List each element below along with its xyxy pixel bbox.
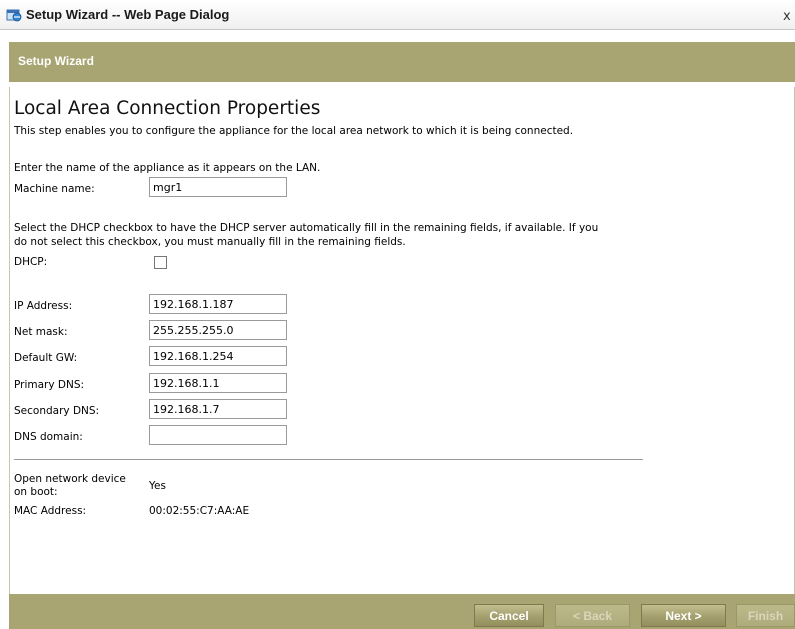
mac-address-label: MAC Address:	[14, 505, 87, 517]
section-divider	[14, 459, 643, 460]
net-mask-input[interactable]	[149, 320, 287, 340]
ip-address-input[interactable]	[149, 294, 287, 314]
back-button[interactable]: < Back	[555, 604, 630, 627]
open-on-boot-label-line1: Open network device	[14, 473, 126, 485]
default-gw-label: Default GW:	[14, 352, 78, 364]
dhcp-instruction-line2: do not select this checkbox, you must ma…	[14, 236, 406, 248]
open-on-boot-label: Open network device on boot:	[14, 473, 126, 499]
dhcp-checkbox[interactable]	[154, 256, 167, 269]
machine-name-label: Machine name:	[14, 183, 95, 195]
close-icon[interactable]: x	[783, 9, 795, 25]
wizard-header-title: Setup Wizard	[18, 54, 94, 68]
page-title: Local Area Connection Properties	[14, 98, 321, 119]
dhcp-label: DHCP:	[14, 256, 48, 268]
finish-button[interactable]: Finish	[736, 604, 795, 627]
default-gw-input[interactable]	[149, 346, 287, 366]
net-mask-label: Net mask:	[14, 326, 68, 338]
primary-dns-label: Primary DNS:	[14, 379, 85, 391]
ip-address-label: IP Address:	[14, 300, 73, 312]
dhcp-instruction-line1: Select the DHCP checkbox to have the DHC…	[14, 222, 599, 234]
open-on-boot-value: Yes	[149, 480, 166, 492]
dns-domain-label: DNS domain:	[14, 431, 83, 443]
ie-dialog-icon	[6, 8, 22, 22]
secondary-dns-input[interactable]	[149, 399, 287, 419]
primary-dns-input[interactable]	[149, 373, 287, 393]
mac-address-value: 00:02:55:C7:AA:AE	[149, 505, 250, 517]
next-button[interactable]: Next >	[641, 604, 726, 627]
window-title: Setup Wizard -- Web Page Dialog	[26, 7, 230, 22]
window-titlebar: Setup Wizard -- Web Page Dialog x	[0, 0, 795, 30]
lan-instruction: Enter the name of the appliance as it ap…	[14, 162, 321, 174]
machine-name-input[interactable]	[149, 177, 287, 197]
wizard-header: Setup Wizard	[9, 42, 795, 82]
dns-domain-input[interactable]	[149, 425, 287, 445]
page-description: This step enables you to configure the a…	[14, 125, 574, 137]
secondary-dns-label: Secondary DNS:	[14, 405, 100, 417]
cancel-button[interactable]: Cancel	[474, 604, 544, 627]
open-on-boot-label-line2: on boot:	[14, 486, 58, 498]
